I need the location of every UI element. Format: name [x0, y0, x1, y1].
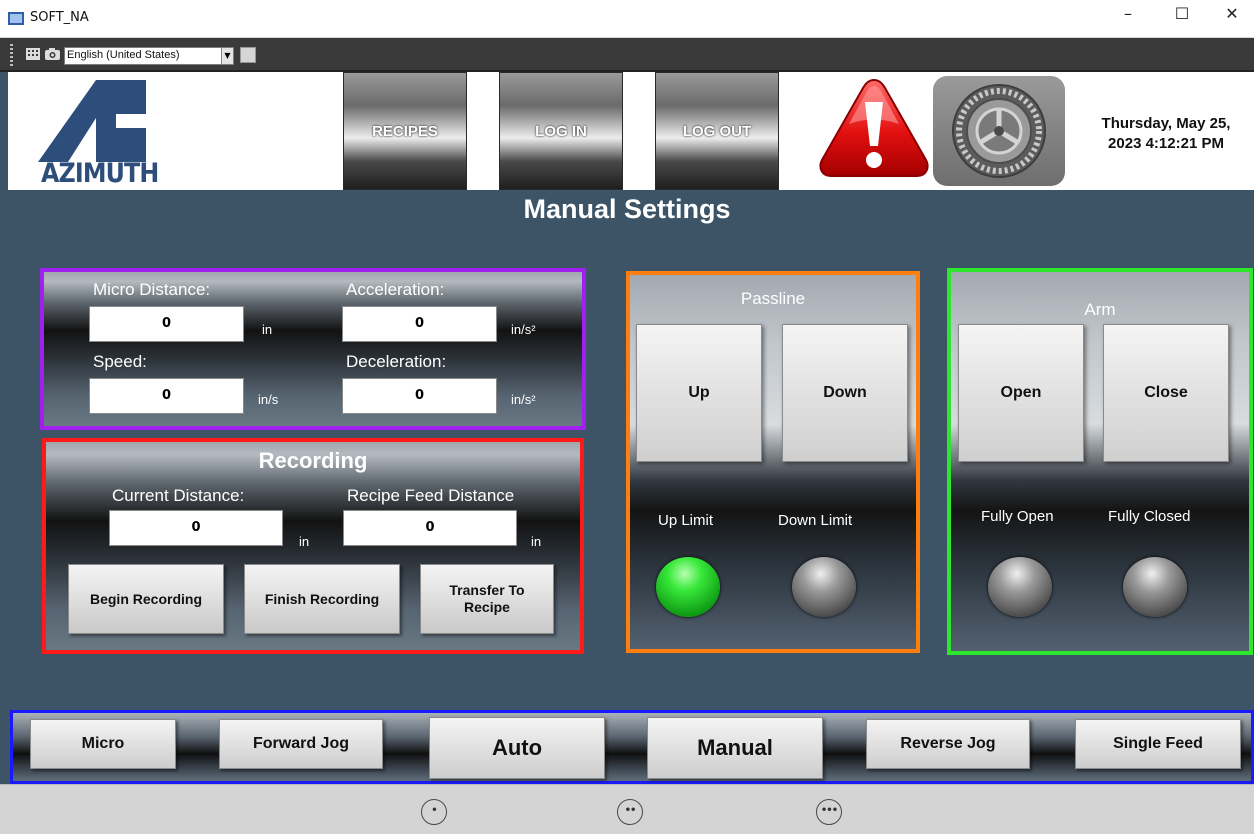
page-title: Manual Settings: [523, 194, 731, 224]
forward-jog-button[interactable]: Forward Jog: [219, 719, 383, 769]
acceleration-input[interactable]: 0: [342, 306, 497, 342]
begin-recording-button[interactable]: Begin Recording: [68, 564, 224, 634]
window-title: SOFT_NA: [30, 10, 89, 25]
deceleration-input[interactable]: 0: [342, 378, 497, 414]
deceleration-unit: in/s²: [511, 392, 536, 407]
down-limit-label: Down Limit: [778, 512, 853, 529]
recipes-button[interactable]: RECIPES: [343, 72, 467, 190]
auto-mode-button[interactable]: Auto: [429, 717, 605, 779]
page-1-dot[interactable]: •: [421, 799, 447, 825]
mode-bar: Micro Forward Jog Auto Manual Reverse Jo…: [10, 710, 1254, 784]
toolbar-square-button[interactable]: [240, 47, 256, 63]
toolbar-grip[interactable]: [10, 44, 13, 66]
micro-distance-input[interactable]: 0: [89, 306, 244, 342]
arm-panel: Arm Open Close Fully Open Fully Closed: [947, 268, 1253, 655]
arm-open-button[interactable]: Open: [958, 324, 1084, 462]
logo-text: AZIMUTH: [41, 158, 159, 189]
hmi-toolbar: English (United States) ▼: [0, 38, 1254, 72]
micro-distance-unit: in: [262, 322, 273, 337]
transfer-to-recipe-button[interactable]: Transfer To Recipe: [420, 564, 554, 634]
recording-panel: Recording Current Distance: Recipe Feed …: [42, 438, 584, 654]
recipe-feed-distance-label: Recipe Feed Distance: [347, 486, 515, 505]
current-distance-unit: in: [299, 534, 310, 549]
arm-close-button[interactable]: Close: [1103, 324, 1229, 462]
recipe-feed-distance-unit: in: [531, 534, 542, 549]
grid-icon[interactable]: [26, 48, 40, 64]
acceleration-unit: in/s²: [511, 322, 536, 337]
log-in-button[interactable]: LOG IN: [499, 72, 623, 190]
reverse-jog-button[interactable]: Reverse Jog: [866, 719, 1030, 769]
fully-closed-label: Fully Closed: [1108, 508, 1191, 525]
single-feed-button[interactable]: Single Feed: [1075, 719, 1241, 769]
page-2-dot[interactable]: ••: [617, 799, 643, 825]
page-navigation: • •• •••: [0, 784, 1254, 834]
fully-closed-indicator: [1123, 557, 1187, 617]
chevron-down-icon[interactable]: ▼: [221, 48, 233, 64]
current-distance-label: Current Distance:: [112, 486, 245, 505]
finish-recording-button[interactable]: Finish Recording: [244, 564, 400, 634]
close-button[interactable]: ✕: [1210, 4, 1254, 34]
log-out-button[interactable]: LOG OUT: [655, 72, 779, 190]
passline-up-button[interactable]: Up: [636, 324, 762, 462]
maximize-button[interactable]: ☐: [1160, 4, 1204, 34]
micro-mode-button[interactable]: Micro: [30, 719, 176, 769]
arm-title: Arm: [1084, 300, 1116, 319]
alarm-warning-icon[interactable]: [813, 72, 935, 190]
down-limit-indicator: [792, 557, 856, 617]
camera-icon[interactable]: [45, 48, 60, 64]
recipe-feed-distance-input[interactable]: 0: [343, 510, 517, 546]
gear-icon[interactable]: [933, 76, 1065, 186]
time-text: 2023 4:12:21 PM: [1108, 135, 1224, 152]
up-limit-label: Up Limit: [658, 512, 714, 529]
speed-unit: in/s: [258, 392, 279, 407]
deceleration-label: Deceleration:: [346, 352, 447, 371]
acceleration-label: Acceleration:: [346, 280, 445, 299]
header: AZIMUTH RECIPES LOG IN LOG OUT Thursday,…: [8, 72, 1254, 190]
manual-mode-button[interactable]: Manual: [647, 717, 823, 779]
speed-label: Speed:: [93, 352, 147, 371]
app-icon: [8, 12, 24, 25]
current-distance-input[interactable]: 0: [109, 510, 283, 546]
minimize-button[interactable]: –: [1106, 4, 1150, 34]
fully-open-indicator: [988, 557, 1052, 617]
recording-title: Recording: [258, 448, 368, 473]
speed-input[interactable]: 0: [89, 378, 244, 414]
motion-settings-panel: Micro Distance: Acceleration: 0 in 0 in/…: [40, 268, 586, 430]
micro-distance-label: Micro Distance:: [93, 280, 211, 299]
date-time-display: Thursday, May 25, 2023 4:12:21 PM: [1070, 114, 1254, 154]
fully-open-label: Fully Open: [981, 508, 1054, 525]
passline-panel: Passline Up Down Up Limit Down Limit: [626, 271, 920, 653]
language-select[interactable]: English (United States) ▼: [64, 47, 234, 65]
passline-title: Passline: [740, 289, 806, 308]
passline-down-button[interactable]: Down: [782, 324, 908, 462]
window-title-bar: SOFT_NA – ☐ ✕: [0, 0, 1254, 38]
page-3-dot[interactable]: •••: [816, 799, 842, 825]
date-text: Thursday, May 25,: [1101, 115, 1231, 132]
up-limit-indicator: [656, 557, 720, 617]
